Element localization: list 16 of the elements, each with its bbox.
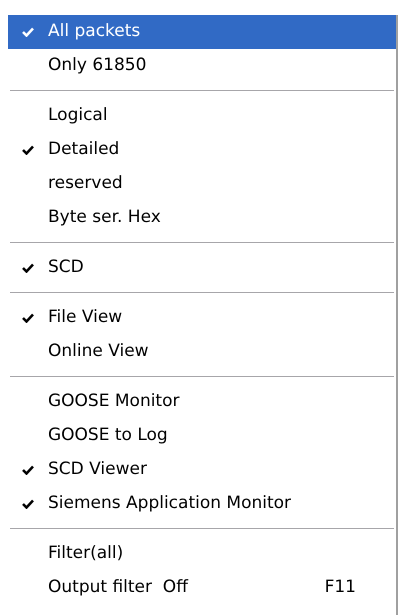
menu-item[interactable]: GOOSE to Log: [8, 419, 396, 453]
menu-item[interactable]: Detailed: [8, 133, 396, 167]
menu-item[interactable]: All packets: [8, 15, 396, 49]
menu-item[interactable]: SCD Viewer: [8, 453, 396, 487]
menu-item[interactable]: Online View: [8, 335, 396, 369]
menu-item[interactable]: Filter(all): [8, 537, 396, 571]
menu-item[interactable]: Siemens Application Monitor: [8, 487, 396, 521]
menu-item[interactable]: File View: [8, 301, 396, 335]
menu-item[interactable]: Output filter Off F11: [8, 571, 396, 605]
menu-item[interactable]: SCD: [8, 251, 396, 285]
menu-item[interactable]: GOOSE Monitor: [8, 385, 396, 419]
menu-item[interactable]: Logical: [8, 99, 396, 133]
menu-item[interactable]: reserved: [8, 167, 396, 201]
shortcut-label: F11: [324, 576, 357, 600]
menu-item[interactable]: Only 61850: [8, 49, 396, 83]
menu-item[interactable]: Byte ser. Hex: [8, 201, 396, 235]
